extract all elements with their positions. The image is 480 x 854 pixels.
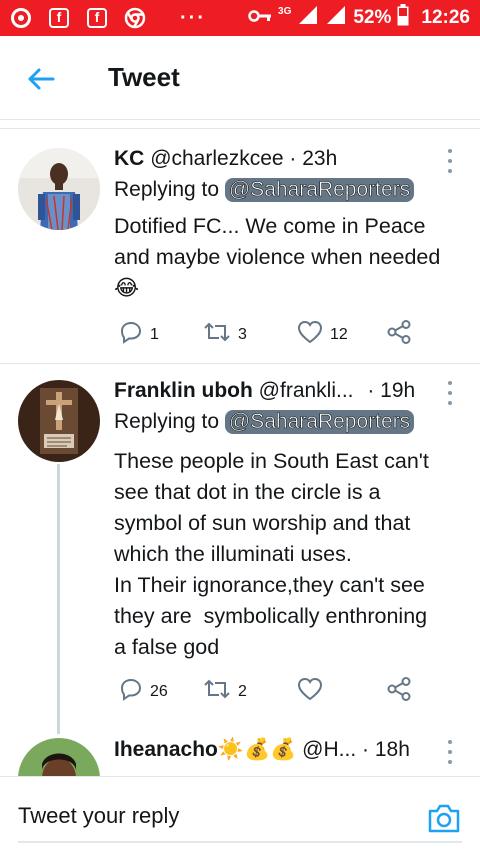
author-name[interactable]: KC (114, 147, 144, 170)
tweet-actions: 26 2 (114, 676, 424, 706)
clock: 12:26 (421, 7, 470, 28)
battery-percent: 52% (353, 7, 392, 28)
share-icon (386, 676, 412, 707)
facebook-icon-2: f (86, 7, 108, 29)
heart-icon (296, 676, 324, 707)
retweet-count: 2 (238, 682, 247, 700)
tweet-time: · 23h (289, 147, 338, 170)
tweet-header: KC @charlezkcee · 23h (114, 147, 337, 171)
status-bar: f f ··· 3G 52% 12:26 (0, 0, 480, 36)
more-options-icon[interactable] (444, 381, 456, 405)
retweet-icon (202, 676, 232, 707)
reply-count: 1 (150, 325, 159, 343)
camera-icon[interactable] (426, 801, 462, 835)
avatar[interactable] (18, 380, 100, 462)
reply-composer: Tweet your reply (0, 776, 480, 854)
like-button[interactable] (296, 676, 330, 707)
replying-label: Replying to (114, 410, 220, 433)
tweet-time: · 19h (367, 379, 416, 402)
network-type: 3G (278, 5, 292, 17)
reply-input-underline (18, 841, 462, 843)
reply-count: 26 (150, 682, 168, 700)
signal-icon (297, 4, 319, 32)
share-icon (386, 319, 412, 350)
tweet-text: These people in South East can't see tha… (114, 449, 429, 659)
like-button[interactable]: 12 (296, 319, 348, 350)
author-name[interactable]: Franklin uboh (114, 379, 253, 402)
author-handle[interactable]: @charlezkcee (150, 147, 283, 170)
back-arrow-icon[interactable] (26, 64, 56, 94)
facebook-icon: f (48, 7, 70, 29)
reply-icon (118, 676, 144, 707)
reply-button[interactable]: 1 (118, 319, 159, 350)
retweet-count: 3 (238, 325, 247, 343)
mention-link[interactable]: @SaharaReporters (224, 178, 415, 202)
avatar[interactable] (18, 148, 100, 230)
tweet-text: Dotified FC... We come in Peace and mayb… (114, 214, 441, 300)
battery-icon (397, 4, 409, 32)
tweet-header: Iheanacho☀️💰💰 @H... · 18h (114, 738, 410, 762)
tweet-reply[interactable]: KC @charlezkcee · 23h Replying to @Sahar… (0, 120, 480, 364)
replying-to: Replying to @SaharaReporters (114, 178, 415, 202)
reply-input[interactable]: Tweet your reply (18, 803, 179, 829)
tweet-actions: 1 3 12 (114, 319, 424, 349)
mention-link[interactable]: @SaharaReporters (224, 410, 415, 434)
author-name[interactable]: Iheanacho (114, 738, 218, 761)
more-options-icon[interactable] (444, 740, 456, 764)
thread-line (57, 464, 60, 734)
more-options-icon[interactable] (444, 149, 456, 173)
share-button[interactable] (386, 676, 412, 707)
retweet-icon (202, 319, 232, 350)
divider (0, 128, 480, 129)
share-button[interactable] (386, 319, 412, 350)
opera-icon (10, 7, 32, 29)
reply-button[interactable]: 26 (118, 676, 168, 707)
retweet-button[interactable]: 2 (202, 676, 247, 707)
tweet-time: · 18h (362, 738, 410, 761)
author-handle[interactable]: @frankli... (259, 379, 354, 402)
avatar[interactable] (18, 738, 100, 776)
chrome-icon (124, 7, 146, 29)
more-notifications-icon: ··· (180, 6, 206, 29)
tweet-reply[interactable]: Iheanacho☀️💰💰 @H... · 18h (0, 734, 480, 776)
heart-icon (296, 319, 324, 350)
author-handle[interactable]: @H... (302, 738, 356, 761)
vpn-key-icon (248, 7, 272, 29)
like-count: 12 (330, 325, 348, 343)
app-header: Tweet (0, 36, 480, 120)
replying-label: Replying to (114, 178, 220, 201)
retweet-button[interactable]: 3 (202, 319, 247, 350)
signal-icon-2 (325, 4, 347, 32)
replying-to: Replying to @SaharaReporters (114, 410, 415, 434)
reply-icon (118, 319, 144, 350)
name-emoji: ☀️💰💰 (217, 738, 297, 761)
page-title: Tweet (108, 62, 180, 92)
tweet-reply[interactable]: Franklin uboh @frankli... · 19h Replying… (0, 364, 480, 734)
tweet-header: Franklin uboh @frankli... · 19h (114, 379, 415, 403)
